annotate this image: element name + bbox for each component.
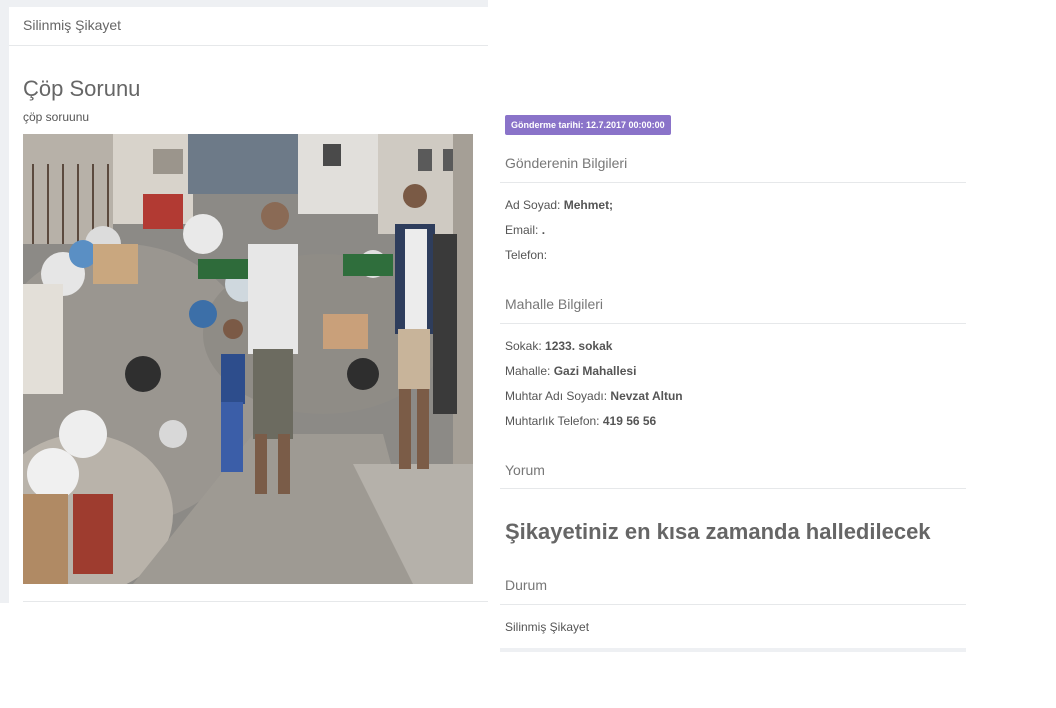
status-value: Silinmiş Şikayet: [505, 620, 590, 634]
district-value: Gazi Mahallesi: [553, 364, 637, 378]
street-row: Sokak: 1233. sokak: [505, 339, 612, 353]
street-label: Sokak:: [505, 339, 542, 353]
neighborhood-section-title: Mahalle Bilgileri: [505, 296, 604, 312]
office-phone-value: 419 56 56: [602, 414, 657, 428]
sender-section-title: Gönderenin Bilgileri: [505, 155, 628, 171]
headman-value: Nevzat Altun: [610, 389, 683, 403]
district-row: Mahalle: Gazi Mahallesi: [505, 364, 636, 378]
submission-date-badge: Gönderme tarihi: 12.7.2017 00:00:00: [505, 115, 671, 135]
status-divider: [500, 604, 966, 605]
card-divider: [23, 601, 488, 602]
street-value: 1233. sokak: [545, 339, 613, 353]
complaint-card: Silinmiş Şikayet Çöp Sorunu çöp soruunu: [9, 7, 488, 603]
sender-email-row: Email: .: [505, 223, 545, 237]
comment-text: Şikayetiniz en kısa zamanda halledilecek: [505, 519, 931, 544]
sender-name-row: Ad Soyad: Mehmet;: [505, 198, 613, 212]
status-section-title: Durum: [505, 577, 548, 593]
complaint-photo-drawing: [23, 134, 473, 584]
complaint-photo: [23, 134, 473, 584]
status-bottom-bar: [500, 648, 966, 652]
neighborhood-divider: [500, 323, 966, 324]
headman-row: Muhtar Adı Soyadı: Nevzat Altun: [505, 389, 683, 403]
comment-section-title: Yorum: [505, 462, 545, 478]
complaint-title: Çöp Sorunu: [23, 76, 141, 101]
headman-label: Muhtar Adı Soyadı:: [505, 389, 608, 403]
comment-divider: [500, 488, 966, 489]
sender-divider: [500, 182, 966, 183]
office-phone-row: Muhtarlık Telefon: 419 56 56: [505, 414, 656, 428]
card-header: Silinmiş Şikayet: [9, 7, 488, 46]
district-label: Mahalle:: [505, 364, 551, 378]
sender-name-value: Mehmet;: [563, 198, 614, 212]
card-header-title: Silinmiş Şikayet: [23, 17, 122, 33]
sender-email-value: .: [541, 223, 546, 237]
office-phone-label: Muhtarlık Telefon:: [505, 414, 600, 428]
sender-phone-row: Telefon:: [505, 248, 547, 262]
sender-phone-label: Telefon:: [505, 248, 548, 262]
sender-name-label: Ad Soyad:: [505, 198, 561, 212]
complaint-description: çöp soruunu: [23, 110, 90, 124]
sender-email-label: Email:: [505, 223, 539, 237]
